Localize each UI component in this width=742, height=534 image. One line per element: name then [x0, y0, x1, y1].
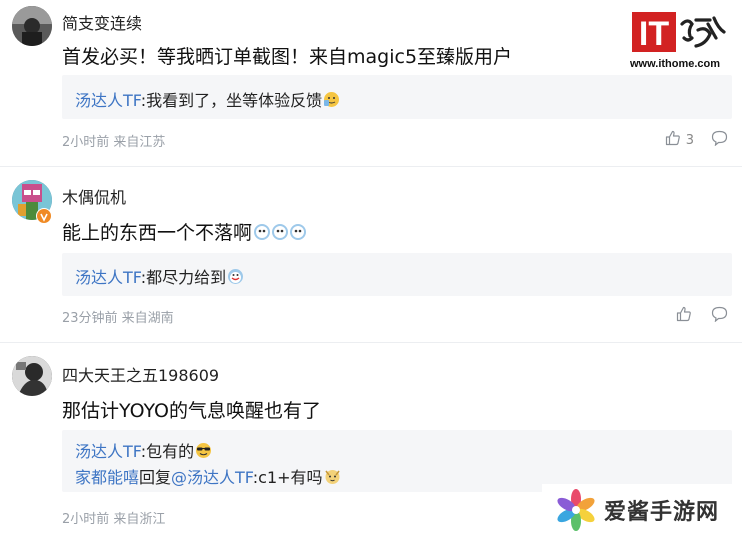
reply-username[interactable]: 汤达人TF [75, 91, 141, 110]
comment-item: 木偶侃机 能上的东西一个不落啊 汤达人TF:都尽力给到 23分钟前 来自湖南 [0, 172, 742, 342]
reply-username[interactable]: 汤达人TF [75, 268, 141, 287]
username[interactable]: 四大天王之五198609 [62, 362, 219, 386]
avatar[interactable] [12, 6, 52, 46]
reply-item: 汤达人TF:都尽力给到 [75, 264, 244, 289]
comment-text: 那估计YOYO的气息唤醒也有了 [62, 400, 322, 422]
speech-bubble-icon [711, 130, 728, 150]
comment-text: 首发必买！等我晒订单截图！来自magic5至臻版用户 [62, 46, 513, 68]
emoji-icon [195, 442, 212, 463]
like-count: 3 [685, 132, 694, 148]
reply-item: 汤达人TF:我看到了，坐等体验反馈 [75, 87, 340, 112]
emoji-icon [323, 91, 340, 112]
aijiang-text: 爱酱手游网 [604, 500, 720, 525]
reply-box: 汤达人TF:我看到了，坐等体验反馈 [62, 75, 732, 119]
comment-text: 能上的东西一个不落啊 [62, 222, 253, 244]
comment-meta: 23分钟前 来自湖南 [62, 311, 174, 326]
comment-item: 简支变连续 首发必买！等我晒订单截图！来自magic5至臻版用户 汤达人TF:我… [0, 0, 742, 172]
reply-text: :我看到了，坐等体验反馈 [140, 91, 323, 110]
reply-username[interactable]: 家都能嘻 [75, 468, 139, 487]
reply-button[interactable] [711, 306, 728, 326]
reply-username[interactable]: 汤达人TF [75, 442, 141, 461]
aijiang-logo-icon [557, 489, 595, 531]
reply-prefix: 回复 [139, 468, 172, 487]
thumbs-up-icon [665, 130, 681, 150]
divider [0, 166, 742, 167]
comment-text-row: 能上的东西一个不落啊 [62, 218, 307, 246]
thumbs-up-icon [676, 306, 692, 326]
like-button[interactable]: 3 [665, 130, 694, 150]
verified-badge-icon [36, 208, 52, 224]
reply-text: :c1+有吗 [252, 468, 323, 487]
reply-item: 汤达人TF:包有的 [75, 438, 212, 463]
like-button[interactable] [676, 306, 692, 326]
comment-meta: 2小时前 来自江苏 [62, 135, 166, 150]
reply-button[interactable] [711, 130, 728, 150]
username[interactable]: 木偶侃机 [62, 184, 126, 208]
reply-box: 汤达人TF:都尽力给到 [62, 253, 732, 296]
aijiang-watermark: 爱酱手游网 [542, 484, 742, 534]
emoji-icon [324, 468, 341, 489]
reply-text: :包有的 [140, 442, 195, 461]
reply-text: :都尽力给到 [140, 268, 227, 287]
emoji-icon [253, 223, 307, 246]
avatar[interactable] [12, 356, 52, 396]
username[interactable]: 简支变连续 [62, 10, 142, 34]
comment-meta: 2小时前 来自浙江 [62, 512, 166, 527]
reply-mention[interactable]: @汤达人TF [171, 468, 253, 487]
speech-bubble-icon [711, 306, 728, 326]
reply-item: 家都能嘻回复@汤达人TF:c1+有吗 [75, 464, 341, 489]
reply-box: 汤达人TF:包有的 家都能嘻回复@汤达人TF:c1+有吗 [62, 430, 732, 492]
emoji-icon [227, 268, 244, 289]
